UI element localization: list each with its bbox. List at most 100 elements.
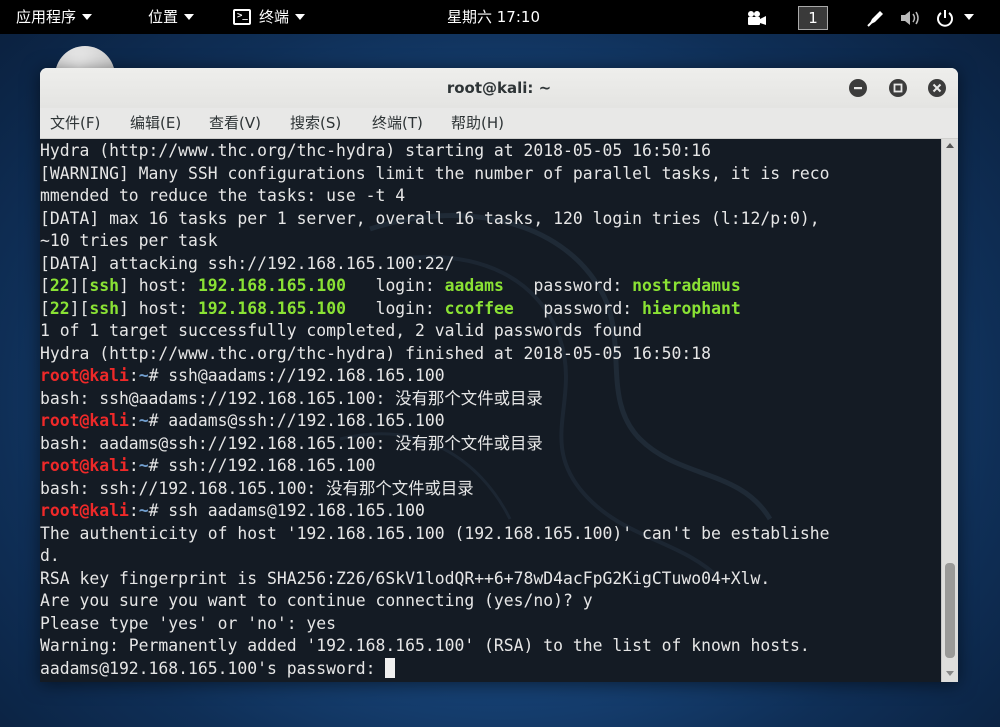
- terminal-text-segment: bash: ssh@aadams://192.168.165.100: 没有那个…: [40, 388, 543, 408]
- terminal-line: ~10 tries per task: [40, 230, 941, 253]
- maximize-button[interactable]: [889, 79, 907, 97]
- terminal-text-segment: [DATA] max 16 tasks per 1 server, overal…: [40, 208, 820, 228]
- terminal-text-segment: 192.168.165.100: [197, 276, 346, 295]
- terminal-line: Are you sure you want to continue connec…: [40, 590, 941, 613]
- terminal-line: Please type 'yes' or 'no': yes: [40, 613, 941, 636]
- terminal-line: root@kali:~# ssh@aadams://192.168.165.10…: [40, 365, 941, 388]
- terminal-app-menu[interactable]: >_ 终端: [233, 0, 306, 34]
- terminal-text-segment: [: [40, 276, 50, 295]
- terminal-icon: >_: [233, 8, 251, 25]
- terminal-line: RSA key fingerprint is SHA256:Z26/6SkV1l…: [40, 568, 941, 591]
- terminal-text-segment: 22: [49, 298, 70, 318]
- volume-icon[interactable]: [900, 0, 922, 34]
- menu-terminal[interactable]: 终端(T): [372, 108, 423, 139]
- terminal-text-segment: [DATA] attacking ssh://192.168.165.100:2…: [40, 253, 455, 273]
- menu-view[interactable]: 查看(V): [209, 108, 261, 139]
- terminal-line: Hydra (http://www.thc.org/thc-hydra) fin…: [40, 343, 941, 366]
- terminal-line: The authenticity of host '192.168.165.10…: [40, 523, 941, 546]
- terminal-text-segment: [WARNING] Many SSH configurations limit …: [40, 163, 830, 183]
- pen-tool-icon[interactable]: [866, 0, 886, 34]
- terminal-text-segment: ] host:: [118, 298, 198, 318]
- terminal-output[interactable]: Hydra (http://www.thc.org/thc-hydra) sta…: [40, 139, 941, 682]
- terminal-window: root@kali: ~ 文件(F) 编辑(E) 查看(V) 搜索(S) 终端(…: [40, 68, 958, 682]
- terminal-line: Warning: Permanently added '192.168.165.…: [40, 635, 941, 658]
- terminal-line: bash: ssh@aadams://192.168.165.100: 没有那个…: [40, 388, 941, 411]
- scrollbar-thumb[interactable]: [945, 563, 955, 658]
- terminal-lines: Hydra (http://www.thc.org/thc-hydra) sta…: [40, 140, 941, 680]
- terminal-text-segment: aadams: [444, 276, 504, 295]
- terminal-text-segment: # ssh://192.168.165.100: [148, 456, 376, 475]
- menu-search[interactable]: 搜索(S): [290, 108, 341, 139]
- terminal-text-segment: 1 of 1 target successfully completed, 2 …: [40, 321, 642, 340]
- terminal-text-segment: bash: ssh://192.168.165.100: 没有那个文件或目录: [40, 478, 474, 498]
- terminal-text-segment: Please type 'yes' or 'no': yes: [40, 613, 337, 633]
- applications-menu[interactable]: 应用程序: [16, 0, 93, 34]
- terminal-text-segment: # ssh@aadams://192.168.165.100: [148, 366, 445, 385]
- terminal-text-segment: [: [40, 298, 50, 318]
- terminal-text-segment: root@kali: [40, 501, 129, 520]
- workspace-indicator[interactable]: 1: [798, 0, 828, 34]
- menu-file[interactable]: 文件(F): [50, 108, 100, 139]
- terminal-text-segment: Hydra (http://www.thc.org/thc-hydra) sta…: [40, 141, 712, 160]
- terminal-line: [WARNING] Many SSH configurations limit …: [40, 163, 941, 186]
- top-bar: 应用程序 位置 >_ 终端 星期六 17:10 1: [0, 0, 1000, 34]
- terminal-text-segment: mmended to reduce the tasks: use -t 4: [40, 186, 406, 205]
- terminal-text-segment: aadams@192.168.165.100's password:: [40, 658, 386, 678]
- terminal-line: d.: [40, 545, 941, 568]
- terminal-line: bash: aadams@ssh://192.168.165.100: 没有那个…: [40, 433, 941, 456]
- terminal-text-segment: d.: [40, 546, 60, 565]
- terminal-text-segment: root@kali: [40, 456, 129, 475]
- terminal-line: root@kali:~# ssh aadams@192.168.165.100: [40, 500, 941, 523]
- title-bar[interactable]: root@kali: ~: [40, 68, 958, 108]
- terminal-line: root@kali:~# ssh://192.168.165.100: [40, 455, 941, 478]
- terminal-line: [DATA] attacking ssh://192.168.165.100:2…: [40, 253, 941, 276]
- close-button[interactable]: [928, 79, 946, 97]
- terminal-text-segment: ~: [138, 411, 149, 430]
- terminal-text-segment: :: [128, 411, 139, 430]
- terminal-text-segment: login:: [345, 298, 445, 318]
- menu-bar: 文件(F) 编辑(E) 查看(V) 搜索(S) 终端(T) 帮助(H): [40, 108, 958, 139]
- terminal-text-segment: Warning: Permanently added '192.168.165.…: [40, 636, 810, 655]
- terminal-text-segment: ][: [69, 276, 90, 295]
- chevron-down-icon: [295, 13, 306, 20]
- chevron-down-icon: [82, 13, 93, 20]
- terminal-text-segment: Are you sure you want to continue connec…: [40, 591, 593, 610]
- power-icon: [937, 9, 953, 27]
- terminal-text-segment: bash: aadams@ssh://192.168.165.100: 没有那个…: [40, 433, 543, 453]
- terminal-text-segment: 192.168.165.100: [197, 298, 346, 318]
- terminal-text-segment: password:: [503, 276, 633, 295]
- terminal-app-label: 终端: [259, 8, 290, 26]
- clock[interactable]: 星期六 17:10: [447, 0, 540, 34]
- power-menu[interactable]: [936, 0, 974, 34]
- terminal-text-segment: :: [128, 456, 139, 475]
- terminal-text-segment: ~: [138, 366, 149, 385]
- terminal-text-segment: RSA key fingerprint is SHA256:Z26/6SkV1l…: [40, 568, 771, 588]
- places-label: 位置: [148, 8, 179, 26]
- terminal-text-segment: password:: [513, 298, 643, 318]
- scrollbar[interactable]: [941, 139, 958, 682]
- terminal-text-segment: ][: [69, 298, 90, 318]
- terminal-text-segment: ~: [138, 501, 149, 520]
- applications-label: 应用程序: [16, 8, 77, 26]
- text-cursor: [385, 658, 396, 678]
- places-menu[interactable]: 位置: [148, 0, 195, 34]
- terminal-text-segment: ~: [138, 456, 149, 475]
- terminal-text-segment: # ssh aadams@192.168.165.100: [148, 501, 425, 520]
- terminal-line: Hydra (http://www.thc.org/thc-hydra) sta…: [40, 140, 941, 163]
- terminal-line: 1 of 1 target successfully completed, 2 …: [40, 320, 941, 343]
- terminal-text-segment: hierophant: [642, 298, 741, 318]
- minimize-button[interactable]: [849, 79, 867, 97]
- window-title: root@kali: ~: [446, 79, 552, 97]
- terminal-text-segment: 22: [49, 276, 70, 295]
- terminal-text-segment: :: [128, 501, 139, 520]
- scroll-down-arrow-icon[interactable]: [946, 671, 954, 676]
- video-camera-icon[interactable]: [746, 0, 768, 34]
- terminal-text-segment: The authenticity of host '192.168.165.10…: [40, 523, 830, 543]
- terminal-line: mmended to reduce the tasks: use -t 4: [40, 185, 941, 208]
- terminal-text-segment: login:: [345, 276, 445, 295]
- terminal-line: bash: ssh://192.168.165.100: 没有那个文件或目录: [40, 478, 941, 501]
- terminal-text-segment: root@kali: [40, 411, 129, 430]
- scroll-up-arrow-icon[interactable]: [946, 143, 954, 148]
- menu-edit[interactable]: 编辑(E): [130, 108, 181, 139]
- menu-help[interactable]: 帮助(H): [451, 108, 504, 139]
